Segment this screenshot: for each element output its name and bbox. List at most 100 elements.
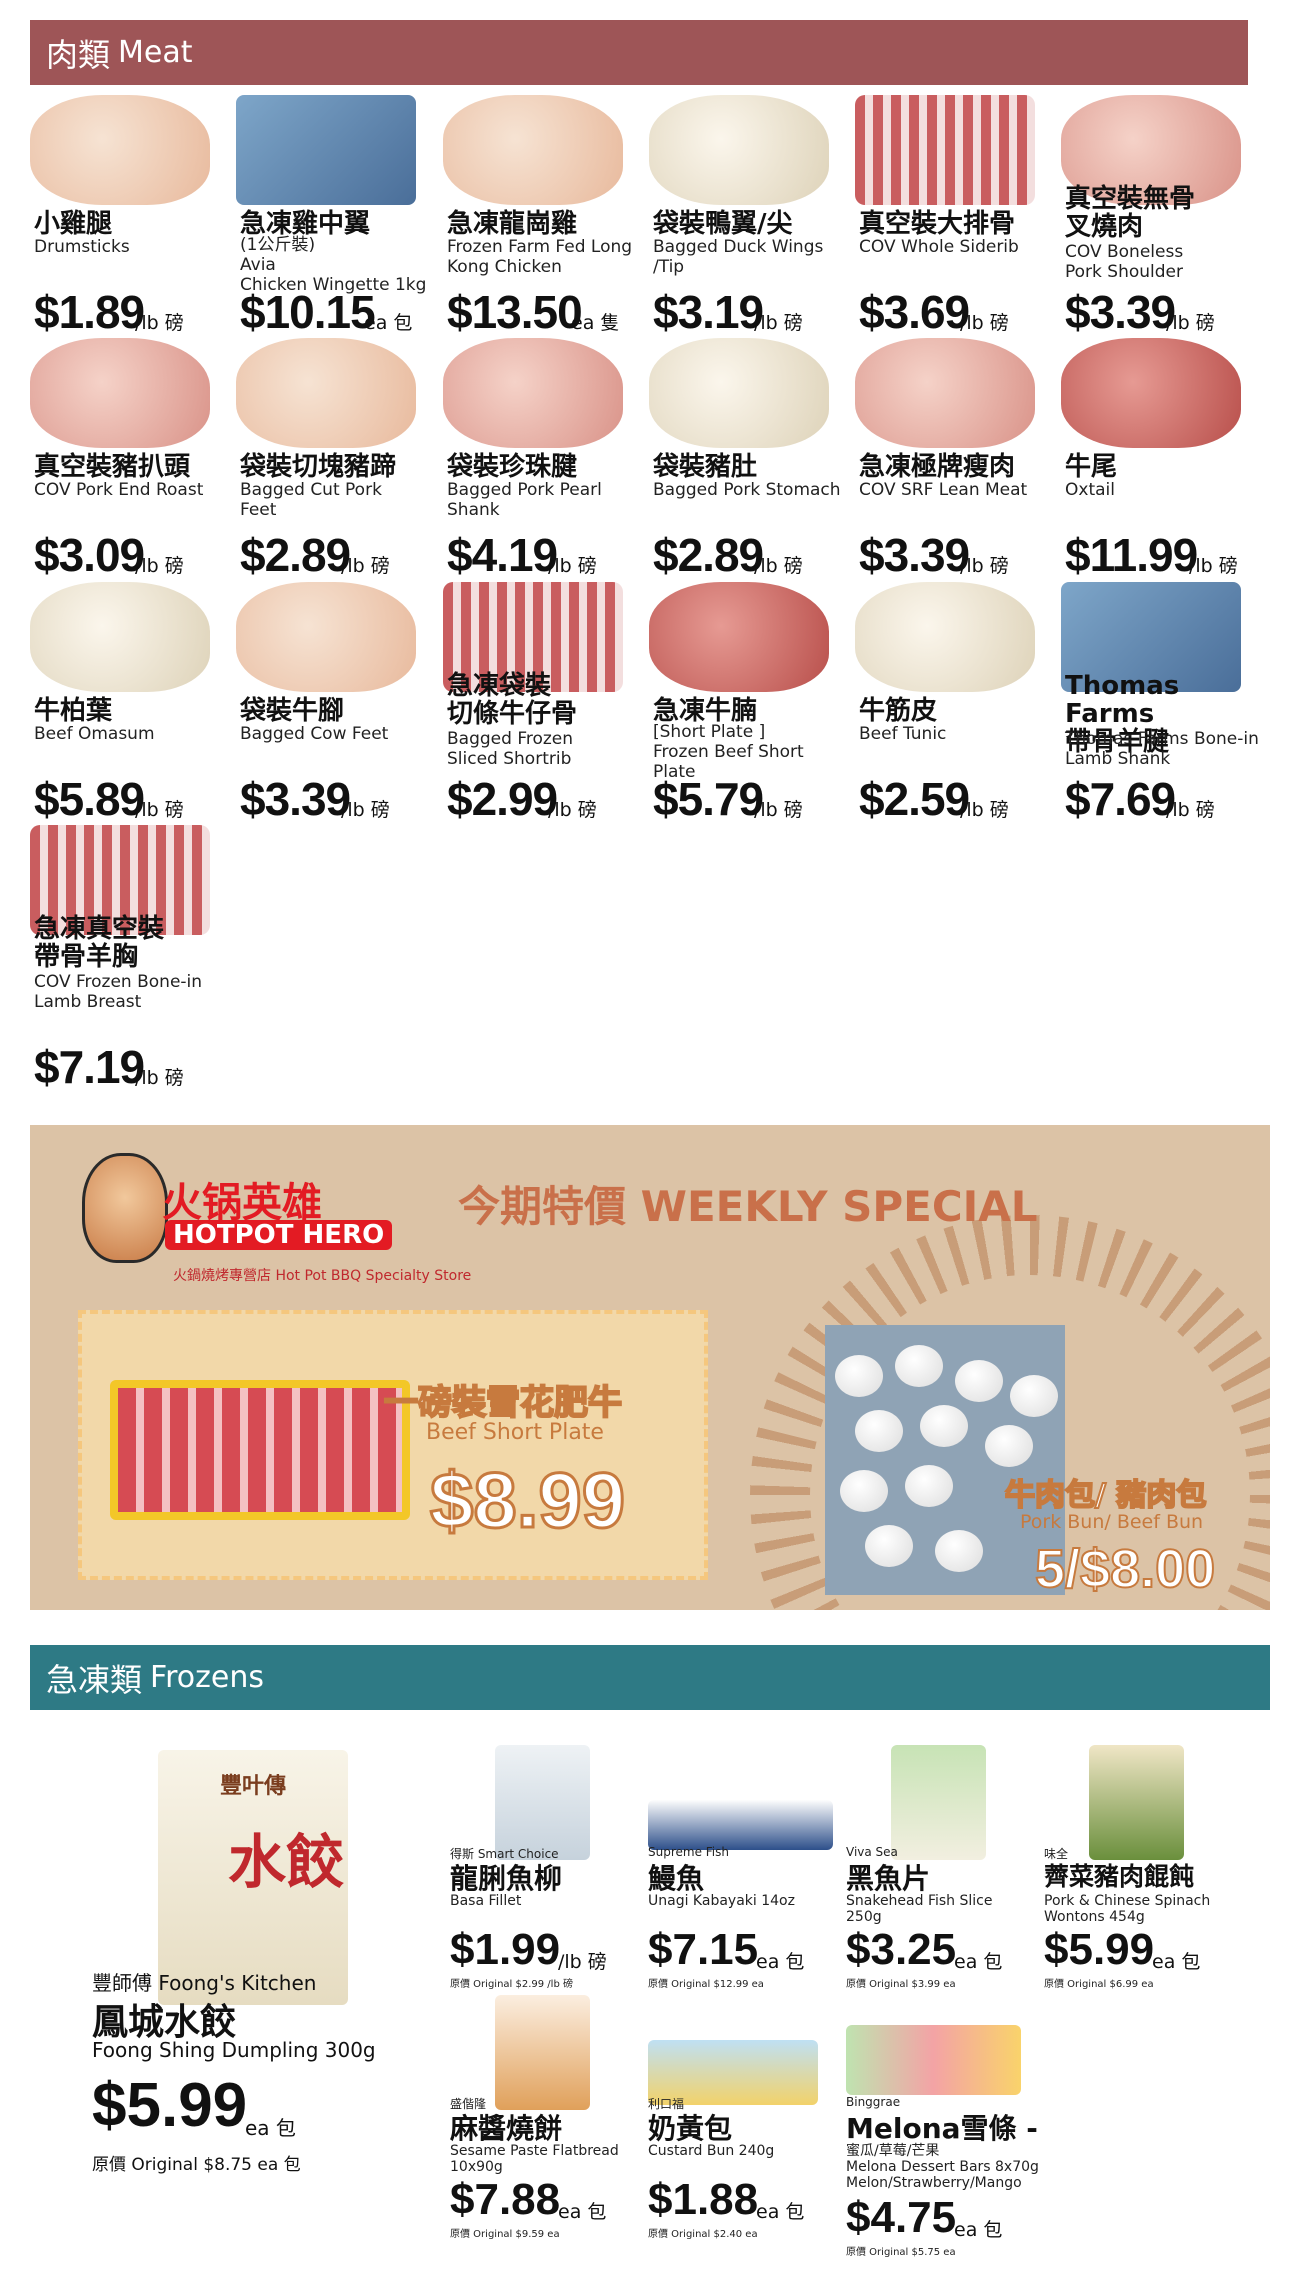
- meat-item-card: 急凍龍崗雞 Frozen Farm Fed Long Kong Chicken $1…: [443, 85, 643, 338]
- meat-item-card: 急凍雞中翼 (1公斤裝) Avia Chicken Wingette 1kg $10…: [236, 85, 436, 338]
- frozen-header-zh: 急凍類: [46, 1660, 143, 1699]
- meat-item-name-en: Oxtail: [1065, 480, 1115, 500]
- frozen-item-original-price: 原價 Original $2.40 ea: [648, 2229, 758, 2240]
- meat-item-name-zh: 袋裝豬肚: [653, 452, 758, 482]
- frozen-item-original-price: 原價 Original $2.99 /lb 磅: [450, 1979, 573, 1990]
- meat-item-name-en: COV Whole Siderib: [859, 237, 1019, 257]
- feature-original-price: 原價 Original $8.75 ea 包: [92, 2155, 301, 2175]
- meat-item-card: 袋裝牛腳 Bagged Cow Feet $3.39/lb 磅: [236, 572, 436, 825]
- frozen-item-name-zh: 薺菜豬肉餛飩: [1044, 1862, 1195, 1891]
- meat-grid: 小雞腿 Drumsticks $1.89/lb 磅急凍雞中翼 (1公斤裝) Avia …: [30, 85, 1270, 1093]
- meat-item-image: [855, 582, 1035, 692]
- meat-item-name-zh: 急凍真空裝 帶骨羊胸: [34, 914, 165, 972]
- featured-dumpling-card: 豐叶傳 水餃 豐師傅 Foong's Kitchen 鳳城水餃 Foong Sh…: [90, 1745, 430, 2185]
- meat-item-name-zh: 急凍雞中翼: [240, 209, 371, 239]
- frozen-item-price: $5.99: [1044, 1925, 1155, 1974]
- meat-item-price: $3.39: [240, 773, 351, 825]
- frozen-item-card: 得斯 Smart Choice 龍脷魚柳 Basa Fillet $1.99/lb 磅…: [450, 1745, 645, 1990]
- frozen-item-card: Viva Sea 黑魚片 Snakehead Fish Slice 250g $3.2…: [846, 1745, 1041, 1990]
- meat-item-image: [30, 338, 210, 448]
- meat-item-card: 真空裝無骨 叉燒肉 COV Boneless Pork Shoulder $3.39…: [1061, 85, 1261, 338]
- meat-section-header: 肉類 Meat: [30, 20, 1248, 85]
- meat-item-name-en: Bagged Cow Feet: [240, 724, 389, 744]
- meat-item-image: [443, 95, 623, 205]
- meat-item-image: [855, 338, 1035, 448]
- frozen-item-original-price: 原價 Original $5.75 ea: [846, 2247, 956, 2258]
- meat-item-name-en: Bagged Pork Pearl Shank: [447, 480, 602, 520]
- meat-item-price: $2.59: [859, 773, 970, 825]
- meat-item-card: Thomas Farms 帶骨羊腱 Thomas Farms Bone-in La…: [1061, 572, 1261, 825]
- meat-item-name-zh: 真空裝大排骨: [859, 209, 1016, 239]
- frozen-header-en: Frozens: [150, 1660, 264, 1695]
- meat-item-unit: /lb 磅: [1166, 799, 1215, 821]
- meat-item-name-zh: 袋裝鴨翼/尖: [653, 209, 793, 239]
- meat-item-name-zh: 袋裝珍珠腱: [447, 452, 578, 482]
- steamed-buns-image: [825, 1325, 1065, 1595]
- frozen-item-name-en: Custard Bun 240g: [648, 2143, 775, 2159]
- frozen-item-image: [495, 1995, 590, 2110]
- frozen-item-card: Binggrae Melona雪條 - 蜜瓜/草莓/芒果 Melona Desser…: [846, 1995, 1041, 2258]
- frozen-item-image: [495, 1745, 590, 1860]
- meat-item-image: [649, 338, 829, 448]
- meat-item-unit: /lb 磅: [135, 1067, 184, 1089]
- frozen-item-unit: ea 包: [954, 1951, 1003, 1973]
- meat-item-name-en: Beef Tunic: [859, 724, 947, 744]
- meat-item-name-en: Frozen Farm Fed Long Kong Chicken: [447, 237, 633, 277]
- meat-item-card: 袋裝珍珠腱 Bagged Pork Pearl Shank $4.19/lb 磅: [443, 328, 643, 581]
- frozen-item-name-zh: 麻醬燒餅: [450, 2112, 563, 2145]
- meat-item-card: 牛尾 Oxtail $11.99/lb 磅: [1061, 328, 1261, 581]
- meat-header-en: Meat: [118, 35, 193, 70]
- bun-special-price: 5/$8.00: [1034, 1538, 1216, 1600]
- meat-item-name-en: Bagged Duck Wings /Tip: [653, 237, 824, 277]
- meat-item-name-zh: 真空裝無骨 叉燒肉: [1065, 184, 1196, 242]
- frozen-item-unit: ea 包: [558, 2201, 607, 2223]
- meat-item-image: [443, 338, 623, 448]
- meat-item-card: 急凍牛腩 [Short Plate ] Frozen Beef Short Pla…: [649, 572, 849, 825]
- meat-header-zh: 肉類: [46, 35, 111, 74]
- meat-item-name-zh: 急凍龍崗雞: [447, 209, 578, 239]
- frozen-item-name-en: 蜜瓜/草莓/芒果 Melona Dessert Bars 8x70g Melon…: [846, 2143, 1039, 2191]
- meat-item-card: 急凍極牌瘦肉 COV SRF Lean Meat $3.39/lb 磅: [855, 328, 1055, 581]
- package-brand: 豐叶傳: [219, 1774, 286, 1799]
- meat-item-name-en: COV Pork End Roast: [34, 480, 204, 500]
- frozen-item-unit: ea 包: [756, 1951, 805, 1973]
- meat-item-name-en: Beef Omasum: [34, 724, 155, 744]
- meat-item-price: $7.69: [1065, 773, 1176, 825]
- frozen-item-name-zh: 龍脷魚柳: [450, 1862, 563, 1895]
- feature-brand: 豐師傅 Foong's Kitchen: [92, 1971, 317, 1995]
- meat-item-image: [649, 582, 829, 692]
- meat-item-name-zh: 急凍袋裝 切條牛仔骨: [447, 671, 578, 729]
- frozen-item-price: $4.75: [846, 2193, 957, 2242]
- meat-item-name-zh: 牛柏葉: [34, 696, 113, 726]
- meat-item-price: $7.19: [34, 1041, 145, 1093]
- frozen-item-price: $7.88: [450, 2175, 561, 2224]
- frozen-item-name-zh: 黑魚片: [846, 1862, 931, 1895]
- meat-item-card: 袋裝切塊豬蹄 Bagged Cut Pork Feet $2.89/lb 磅: [236, 328, 436, 581]
- bun-special-en: Pork Bun/ Beef Bun: [1020, 1511, 1204, 1533]
- meat-item-card: 真空裝豬扒頭 COV Pork End Roast $3.09/lb 磅: [30, 328, 230, 581]
- frozen-item-name-zh: 鰻魚: [648, 1862, 705, 1895]
- meat-item-name-zh: 急凍極牌瘦肉: [859, 452, 1016, 482]
- beef-special-en: Beef Short Plate: [426, 1420, 604, 1445]
- meat-item-name-zh: 袋裝牛腳: [240, 696, 345, 726]
- meat-item-card: 小雞腿 Drumsticks $1.89/lb 磅: [30, 85, 230, 338]
- weekly-special-title: 今期特價 WEEKLY SPECIAL: [458, 1182, 1038, 1231]
- meat-item-name-en: Thomas Farms Bone-in Lamb Shank: [1065, 729, 1259, 769]
- meat-item-card: 牛筋皮 Beef Tunic $2.59/lb 磅: [855, 572, 1055, 825]
- frozen-item-name-zh: 奶黃包: [648, 2112, 733, 2145]
- frozen-item-name-en: Pork & Chinese Spinach Wontons 454g: [1044, 1893, 1211, 1925]
- meat-item-name-zh: 小雞腿: [34, 209, 113, 239]
- frozen-item-card: Supreme Fish 鰻魚 Unagi Kabayaki 14oz $7.15 ea…: [648, 1745, 843, 1990]
- frozen-section-header: 急凍類 Frozens: [30, 1645, 1270, 1710]
- meat-item-image: [30, 582, 210, 692]
- meat-item-name-zh: 急凍牛腩: [653, 696, 758, 726]
- hotpot-hero-mascot-icon: [82, 1153, 168, 1263]
- meat-item-price: $5.79: [653, 773, 764, 825]
- meat-item-price: $2.99: [447, 773, 558, 825]
- frozen-item-name-zh: Melona雪條 -: [846, 2112, 1038, 2145]
- frozen-item-original-price: 原價 Original $3.99 ea: [846, 1979, 956, 1990]
- meat-item-name-en: COV Boneless Pork Shoulder: [1065, 242, 1184, 282]
- meat-item-card: 急凍袋裝 切條牛仔骨 Bagged Frozen Sliced Shortrib $…: [443, 572, 643, 825]
- meat-item-image: [30, 95, 210, 205]
- frozen-item-image: [891, 1745, 986, 1860]
